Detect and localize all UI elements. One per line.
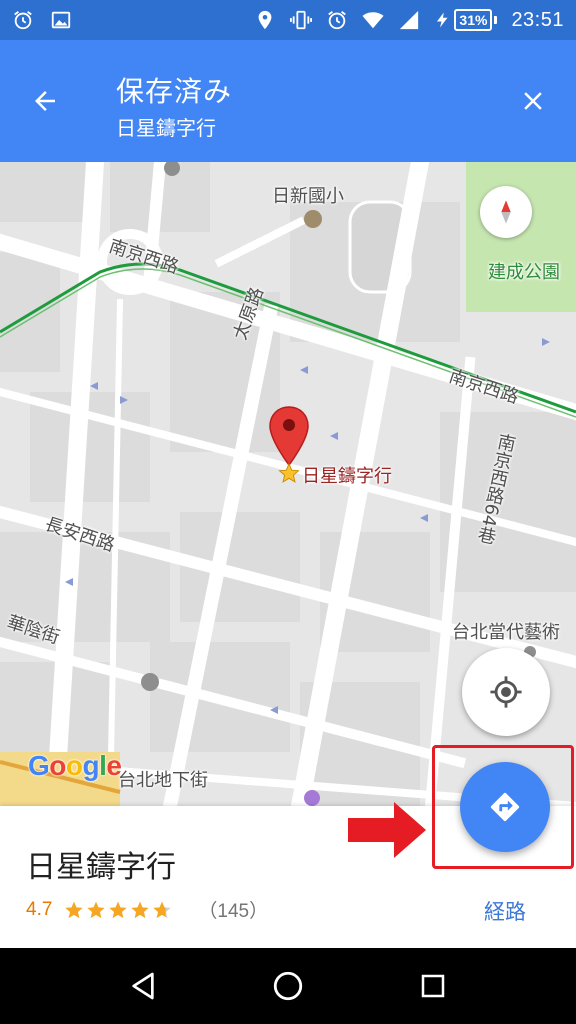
back-triangle-icon bbox=[131, 972, 154, 1000]
place-rating: 4.7 （145） bbox=[26, 896, 268, 923]
signal-icon bbox=[398, 9, 420, 31]
review-count: （145） bbox=[198, 901, 269, 922]
map-view[interactable]: 日新國小 建成公園 南京西路 南京西路 太原路 南京西路64巷 長安西路 華陰街… bbox=[0, 162, 576, 806]
nav-back-button[interactable] bbox=[123, 966, 163, 1006]
highlight-box bbox=[432, 745, 574, 869]
star-icon bbox=[87, 901, 106, 918]
page-subtitle: 日星鑄字行 bbox=[116, 116, 216, 140]
star-icon bbox=[65, 901, 84, 918]
red-arrow-icon bbox=[348, 802, 426, 858]
vibrate-icon bbox=[290, 9, 313, 31]
charging-icon bbox=[437, 12, 448, 28]
image-icon bbox=[50, 9, 72, 31]
saved-star-icon bbox=[278, 462, 300, 483]
close-button[interactable] bbox=[512, 80, 554, 122]
location-icon bbox=[254, 9, 276, 31]
rating-stars bbox=[64, 900, 172, 920]
map-label-taipei-contemporary[interactable]: 台北當代藝術 bbox=[452, 618, 560, 644]
wifi-icon bbox=[362, 9, 384, 31]
arrow-back-icon bbox=[35, 91, 55, 111]
clock: 23:51 bbox=[511, 8, 564, 31]
map-place-label[interactable]: 日星鑄字行 bbox=[302, 462, 392, 488]
compass-icon bbox=[501, 200, 511, 224]
crosshair-icon bbox=[490, 676, 522, 708]
app-bar: 保存済み 日星鑄字行 bbox=[0, 40, 576, 162]
alarm-icon bbox=[326, 9, 348, 31]
star-icon bbox=[153, 901, 172, 918]
battery-tip bbox=[494, 16, 498, 24]
place-name: 日星鑄字行 bbox=[26, 850, 176, 885]
battery-percent: 31% bbox=[454, 9, 493, 31]
close-icon bbox=[524, 92, 542, 110]
battery-indicator: 31% bbox=[434, 9, 498, 31]
nav-recents-button[interactable] bbox=[413, 966, 453, 1006]
route-label[interactable]: 経路 bbox=[484, 896, 526, 926]
home-circle-icon bbox=[273, 971, 303, 1001]
star-icon bbox=[131, 901, 150, 918]
back-button[interactable] bbox=[24, 80, 66, 122]
page-title: 保存済み bbox=[116, 75, 233, 108]
my-location-button[interactable] bbox=[462, 648, 550, 736]
compass-button[interactable] bbox=[480, 186, 532, 238]
map-label-taipei-mall[interactable]: 台北地下街 bbox=[118, 766, 208, 792]
status-bar: 31% 23:51 bbox=[0, 0, 576, 40]
recents-square-icon bbox=[422, 974, 445, 998]
system-nav-bar bbox=[0, 948, 576, 1024]
rating-value: 4.7 bbox=[26, 898, 53, 920]
star-icon bbox=[109, 901, 128, 918]
nav-home-button[interactable] bbox=[268, 966, 308, 1006]
google-logo: Google bbox=[28, 750, 122, 781]
map-label-school[interactable]: 日新國小 bbox=[272, 182, 344, 208]
map-label-park[interactable]: 建成公園 bbox=[488, 258, 560, 284]
location-pin-icon[interactable] bbox=[268, 405, 310, 467]
alarm-icon bbox=[12, 9, 34, 31]
